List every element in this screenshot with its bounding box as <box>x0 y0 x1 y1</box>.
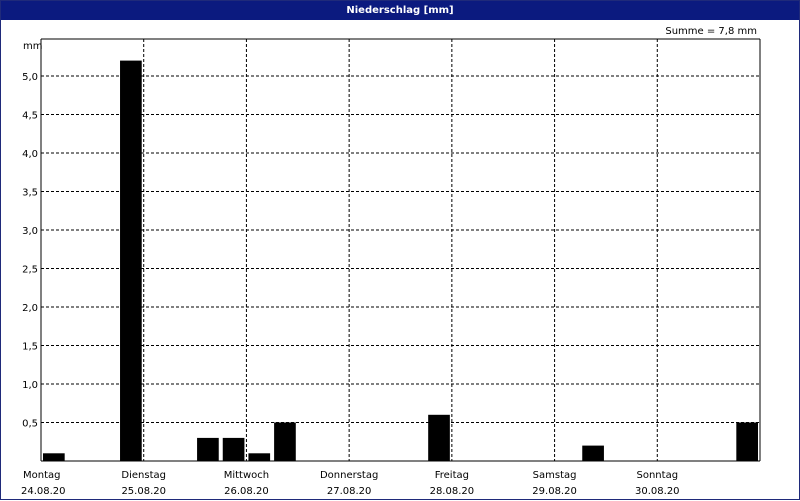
y-tick-label: 1,0 <box>22 380 38 391</box>
x-date-label: 25.08.20 <box>121 486 166 497</box>
x-date-label: 30.08.20 <box>635 486 680 497</box>
y-tick-label: 0,5 <box>22 419 38 430</box>
y-tick-label: 5,0 <box>22 72 38 83</box>
x-day-label: Mittwoch <box>224 470 269 481</box>
y-tick-label: 4,5 <box>22 111 38 122</box>
y-tick-label: 3,0 <box>22 226 38 237</box>
x-day-label: Sonntag <box>637 470 679 481</box>
grid <box>41 39 760 461</box>
x-day-label: Samstag <box>533 470 577 481</box>
x-day-label: Donnerstag <box>320 470 378 481</box>
precip-bar <box>428 414 450 461</box>
precip-bar <box>120 60 142 461</box>
precip-bar <box>248 453 271 461</box>
precip-bar <box>197 437 219 461</box>
x-date-label: 26.08.20 <box>224 486 269 497</box>
y-tick-label: 2,5 <box>22 265 38 276</box>
precipitation-chart: mm Summe = 7,8 mm 0,5 1,0 1,5 2,0 2,5 3,0 3,5 4… <box>21 26 761 497</box>
x-day-label: Freitag <box>435 470 469 481</box>
chart-window: Niederschlag [mm] mm Summe = 7,8 mm 0,5 1… <box>0 0 800 500</box>
x-day-label: Montag <box>23 470 60 481</box>
y-axis-unit-label: mm <box>23 41 42 52</box>
precip-bar <box>582 445 604 461</box>
axes <box>40 38 761 462</box>
y-tick-label: 4,0 <box>22 149 38 160</box>
y-tick-label: 3,5 <box>22 188 38 199</box>
precip-bar <box>274 422 296 461</box>
x-date-label: 27.08.20 <box>327 486 372 497</box>
y-tick-label: 1,5 <box>22 342 38 353</box>
y-tick-label: 2,0 <box>22 303 38 314</box>
precip-bar <box>736 422 758 461</box>
x-date-label: 29.08.20 <box>532 486 577 497</box>
bars <box>43 60 758 461</box>
x-day-label: Dienstag <box>121 470 166 481</box>
x-date-label: 28.08.20 <box>430 486 475 497</box>
summary-label: Summe = 7,8 mm <box>665 26 757 37</box>
precip-bar <box>43 453 65 461</box>
precip-bar <box>222 437 245 461</box>
x-date-label: 24.08.20 <box>21 486 66 497</box>
